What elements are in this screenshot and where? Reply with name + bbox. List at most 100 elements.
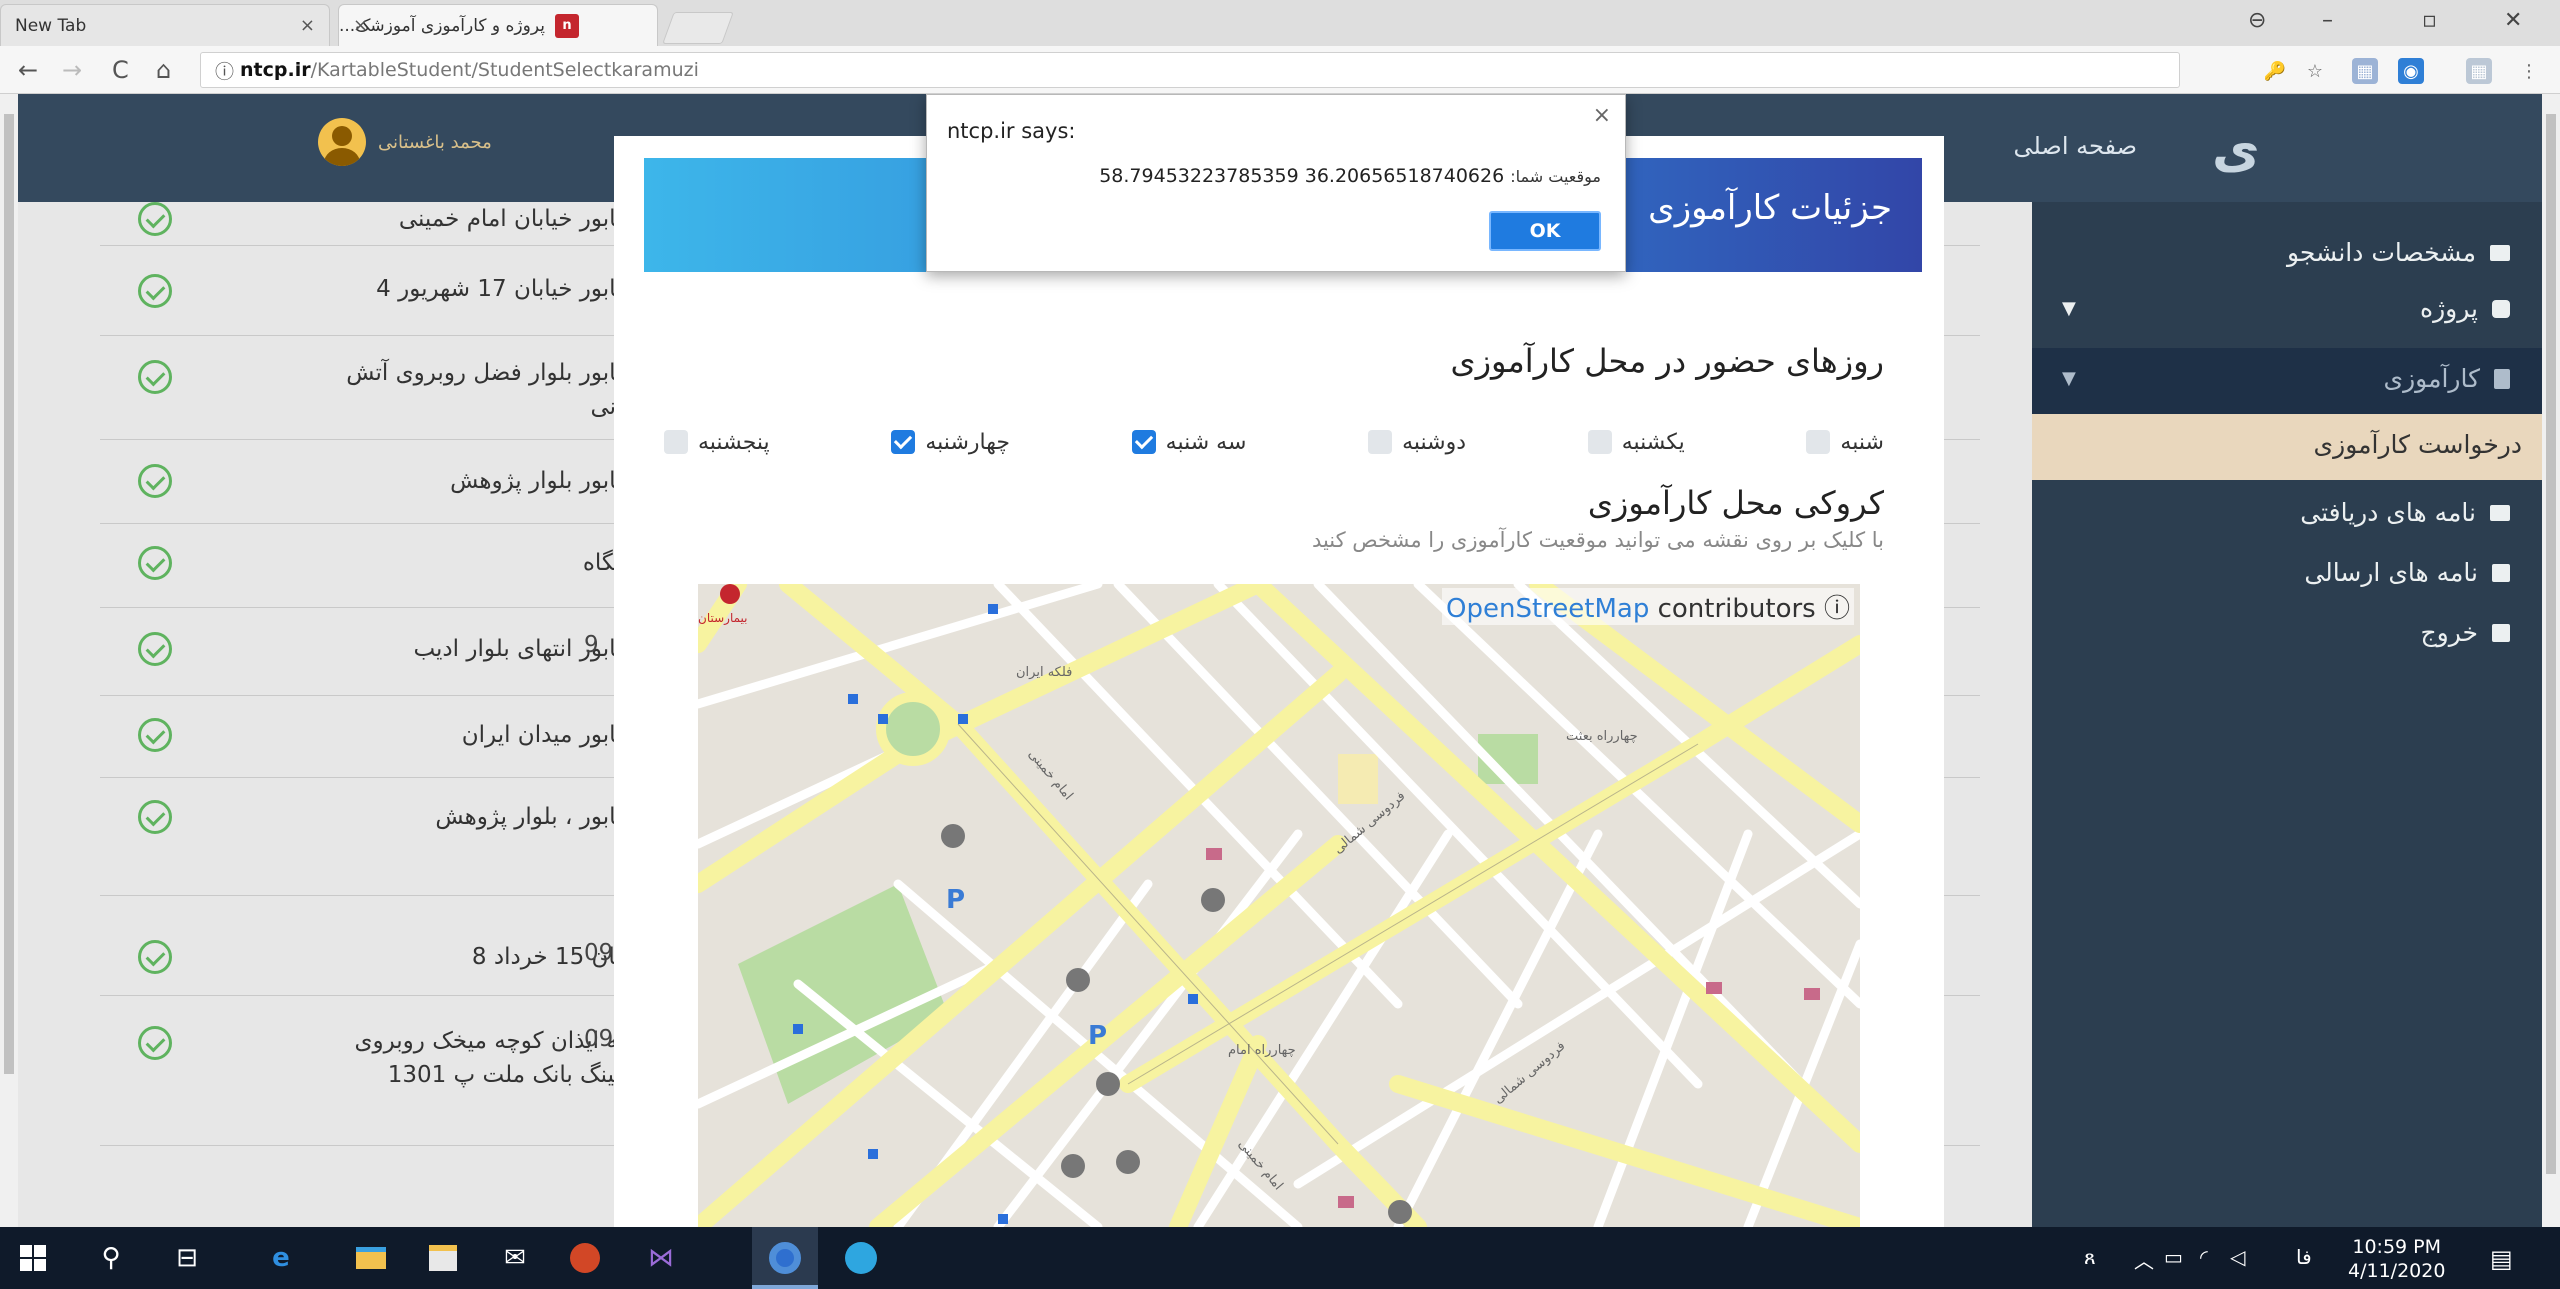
svg-text:چهارراه امام: چهارراه امام xyxy=(1228,1043,1296,1058)
sidebar-item-received-letters[interactable]: نامه های دریافتی xyxy=(2300,498,2510,527)
tab-new-tab[interactable]: New Tab × xyxy=(0,4,330,46)
sidebar: مشخصات دانشجو پروژه ▼ کارآموزی ▼ درخواست… xyxy=(2032,202,2542,1227)
scrollbar-thumb[interactable] xyxy=(4,114,14,1074)
info-icon[interactable]: ⓘ xyxy=(1824,594,1850,624)
alert-label: موقعیت شما: xyxy=(1510,167,1601,186)
minimize-button[interactable]: – xyxy=(2322,8,2333,33)
visual-studio-icon[interactable]: ⋈ xyxy=(642,1239,680,1277)
extension-icon[interactable]: ◉ xyxy=(2398,58,2424,84)
clock-date: 4/11/2020 xyxy=(2348,1260,2446,1282)
tab-close-icon[interactable]: × xyxy=(300,15,315,36)
svg-text:فلکه ایران: فلکه ایران xyxy=(1016,665,1072,680)
wifi-icon[interactable]: ◜ xyxy=(2200,1245,2208,1269)
telegram-icon[interactable] xyxy=(842,1239,880,1277)
alert-title: ntcp.ir says: xyxy=(947,119,1076,143)
user-menu[interactable]: محمد باغستانی xyxy=(318,118,492,166)
close-icon[interactable]: × xyxy=(1593,103,1611,128)
sidebar-item-logout[interactable]: خروج xyxy=(2421,618,2510,647)
site-logo[interactable]: ی xyxy=(2212,120,2282,180)
browser-tab-strip: New Tab × n پروژه و کارآموزی آموزشک... ×… xyxy=(0,0,2560,46)
right-scrollbar[interactable] xyxy=(2542,94,2560,1227)
map-attribution: OpenStreetMap contributors ⓘ xyxy=(1442,588,1854,625)
search-icon[interactable]: ⚲ xyxy=(92,1239,130,1277)
battery-icon[interactable]: ▭ xyxy=(2164,1245,2183,1269)
sidebar-item-label: کارآموزی xyxy=(2383,364,2480,393)
day-sunday[interactable]: یکشنبه xyxy=(1587,422,1685,462)
edge-icon[interactable]: e xyxy=(262,1239,300,1277)
sidebar-item-internship-request[interactable]: درخواست کارآموزی xyxy=(2032,414,2542,480)
left-scrollbar[interactable] xyxy=(0,94,18,1227)
scrollbar-thumb[interactable] xyxy=(2546,114,2556,1174)
attendance-days-title: روزهای حضور در محل کارآموزی xyxy=(1450,342,1884,380)
file-explorer-icon[interactable] xyxy=(352,1239,390,1277)
chevron-down-icon[interactable]: ▼ xyxy=(2062,368,2076,389)
site-info-icon[interactable]: ⓘ xyxy=(215,57,234,84)
svg-text:چهارراه بعثت: چهارراه بعثت xyxy=(1566,729,1638,744)
chrome-icon[interactable] xyxy=(766,1239,804,1277)
sidebar-item-label: مشخصات دانشجو xyxy=(2286,238,2476,267)
signout-icon xyxy=(2492,623,2510,642)
tab-title: پروژه و کارآموزی آموزشک... xyxy=(339,15,545,36)
sidebar-item-internship[interactable]: کارآموزی ▼ xyxy=(2032,348,2542,414)
volume-icon[interactable]: ◁ xyxy=(2230,1245,2245,1269)
day-checkbox[interactable] xyxy=(1806,430,1831,454)
home-link[interactable]: صفحه اصلی xyxy=(2013,132,2137,160)
svg-text:P: P xyxy=(946,885,965,915)
tab-ntcp[interactable]: n پروژه و کارآموزی آموزشک... × xyxy=(338,4,658,46)
sidebar-item-student-profile[interactable]: مشخصات دانشجو xyxy=(2287,238,2510,267)
chevron-up-icon[interactable]: ︿ xyxy=(2134,1245,2154,1274)
extension-icon[interactable]: ▦ xyxy=(2466,58,2492,84)
location-map[interactable]: P P بیمارستان فلکه ایران چهارراه بعثت چه… xyxy=(698,584,1860,1227)
day-checkbox[interactable] xyxy=(664,430,688,454)
alert-message: موقعیت شما: 36.20656518740626 58.7945322… xyxy=(1099,165,1601,187)
sidebar-item-sent-letters[interactable]: نامه های ارسالی xyxy=(2304,558,2510,587)
address-bar[interactable]: ⓘ ntcp.ir /KartableStudent/StudentSelect… xyxy=(200,52,2180,88)
ok-button[interactable]: OK xyxy=(1489,211,1601,251)
language-indicator[interactable]: فا xyxy=(2296,1245,2312,1269)
svg-text:P: P xyxy=(1088,1021,1107,1051)
extension-icon[interactable]: ▦ xyxy=(2352,58,2378,84)
back-button[interactable]: ← xyxy=(18,56,38,84)
key-icon[interactable]: 🔑 xyxy=(2262,58,2288,84)
windows-start-icon[interactable] xyxy=(14,1239,52,1277)
day-checkbox[interactable] xyxy=(1131,430,1156,454)
chevron-down-icon[interactable]: ▼ xyxy=(2062,298,2076,319)
store-icon[interactable] xyxy=(424,1239,462,1277)
day-checkbox[interactable] xyxy=(1587,430,1612,454)
modal-title: جزئیات کارآموزی xyxy=(1648,188,1892,228)
tab-close-icon[interactable]: × xyxy=(353,15,368,36)
sidebar-item-project[interactable]: پروژه xyxy=(2420,294,2510,323)
task-view-icon[interactable]: ⊟ xyxy=(168,1239,206,1277)
maximize-button[interactable]: ▫ xyxy=(2422,8,2437,33)
mail-icon[interactable]: ✉ xyxy=(496,1239,534,1277)
tab-title: New Tab xyxy=(15,15,87,36)
bookmark-star-icon[interactable]: ☆ xyxy=(2302,58,2328,84)
share-icon xyxy=(2492,563,2510,582)
notifications-icon[interactable]: ▤ xyxy=(2490,1245,2513,1273)
reload-button[interactable]: C xyxy=(112,56,129,84)
building-icon xyxy=(2494,368,2510,389)
day-checkbox[interactable] xyxy=(1368,430,1393,454)
day-tuesday[interactable]: سه شنبه xyxy=(1131,422,1246,462)
sidebar-item-request-label: درخواست کارآموزی xyxy=(2314,430,2522,459)
browser-menu-icon[interactable]: ⋮ xyxy=(2516,58,2542,84)
day-wednesday[interactable]: چهارشنبه xyxy=(891,422,1010,462)
people-icon[interactable]: ጸ xyxy=(2084,1245,2096,1269)
osm-link[interactable]: OpenStreetMap xyxy=(1446,594,1649,624)
forward-button[interactable]: → xyxy=(62,56,82,84)
building-area xyxy=(1338,754,1378,804)
day-label: چهارشنبه xyxy=(925,429,1010,455)
day-thursday[interactable]: پنجشنبه xyxy=(664,422,770,462)
day-saturday[interactable]: شنبه xyxy=(1806,422,1884,462)
close-window-button[interactable]: ✕ xyxy=(2504,8,2522,33)
sidebar-item-label: نامه های دریافتی xyxy=(2300,498,2476,527)
day-checkbox[interactable] xyxy=(891,430,916,454)
home-button[interactable]: ⌂ xyxy=(156,56,171,84)
powerpoint-icon[interactable] xyxy=(566,1239,604,1277)
profile-icon[interactable]: ⊖ xyxy=(2248,8,2266,33)
page-viewport: ی صفحه اصلی محمد باغستانی نیشابور خیابان… xyxy=(0,94,2560,1227)
new-tab-button[interactable] xyxy=(662,12,734,44)
taskbar-clock[interactable]: 10:59 PM 4/11/2020 xyxy=(2348,1235,2445,1283)
map-tiles[interactable]: P P بیمارستان فلکه ایران چهارراه بعثت چه… xyxy=(698,584,1860,1227)
day-monday[interactable]: دوشنبه xyxy=(1368,422,1466,462)
